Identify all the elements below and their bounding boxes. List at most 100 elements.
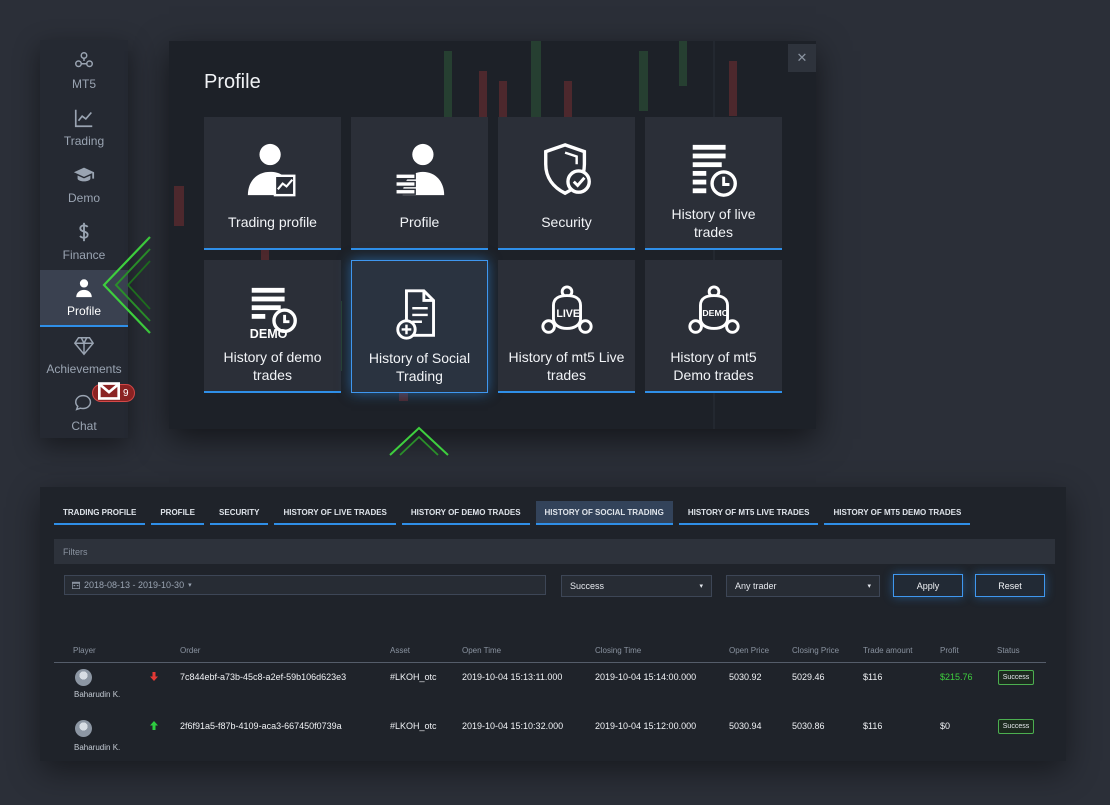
social-trading-history-panel: TRADING PROFILE PROFILE SECURITY HISTORY… — [40, 487, 1066, 761]
player-name: Baharudin K. — [74, 690, 121, 699]
sidebar-item-label: Achievements — [46, 362, 122, 376]
tab-security[interactable]: SECURITY — [210, 501, 269, 525]
apply-button[interactable]: Apply — [893, 574, 963, 597]
green-pointer-arrow-icon — [102, 236, 151, 334]
sidebar-item-chat[interactable]: Chat 9 — [40, 381, 135, 441]
tile-label: Profile — [399, 214, 440, 230]
closing-time: 2019-10-04 15:12:00.000 — [595, 721, 697, 731]
chart-line-icon — [74, 109, 93, 128]
sidebar-item-label: Chat — [71, 419, 97, 433]
tile-history-mt5-demo-trades[interactable]: DEMO History of mt5 Demo trades — [645, 260, 782, 393]
column-header-asset: Asset — [390, 646, 411, 655]
tile-history-social-trading[interactable]: History of Social Trading — [351, 260, 488, 393]
user-icon — [76, 279, 92, 298]
sidebar-item-mt5[interactable]: MT5 — [40, 42, 128, 99]
history-live-icon — [692, 144, 737, 197]
tile-label: History of live trades — [671, 206, 756, 240]
trading-profile-icon — [247, 143, 295, 197]
tile-history-mt5-live-trades[interactable]: LIVE History of mt5 Live trades — [498, 260, 635, 393]
trader-select-value: Any trader — [735, 581, 777, 591]
date-range-picker[interactable]: 2018-08-13 - 2019-10-30 ▾ — [64, 575, 546, 595]
column-header-profit: Profit — [940, 646, 959, 655]
caret-down-icon: ▾ — [699, 583, 703, 590]
open-time: 2019-10-04 15:10:32.000 — [462, 721, 564, 731]
tile-label: History of Social Trading — [368, 350, 471, 384]
mt5-live-icon: LIVE — [540, 285, 593, 334]
profile-card-icon — [394, 143, 444, 196]
sidebar-item-trading[interactable]: Trading — [40, 99, 128, 156]
tab-profile[interactable]: PROFILE — [151, 501, 205, 525]
date-range-value: 2018-08-13 - 2019-10-30 — [84, 580, 185, 590]
table-header: Player Order Asset Open Time Closing Tim… — [54, 642, 1046, 663]
demo-icon-text: DEMO — [249, 327, 287, 341]
mt5-icon — [75, 52, 93, 68]
asset: #LKOH_otc — [390, 672, 437, 682]
status-badge: Success — [998, 670, 1034, 685]
order-id: 7c844ebf-a73b-45c8-a2ef-59b106d623e3 — [180, 672, 347, 682]
column-header-player: Player — [73, 646, 96, 655]
reset-button[interactable]: Reset — [975, 574, 1045, 597]
open-price: 5030.92 — [729, 672, 762, 682]
table-row[interactable]: Baharudin K. 7c844ebf-a73b-45c8-a2ef-59b… — [54, 665, 1046, 708]
tile-security[interactable]: Security — [498, 117, 635, 250]
tile-history-demo-trades[interactable]: DEMO History of demo trades — [204, 260, 341, 393]
green-up-arrow-icon — [389, 426, 449, 456]
close-icon: ✕ — [796, 50, 808, 65]
status-badge: Success — [998, 719, 1034, 734]
filters-label: Filters — [63, 546, 88, 557]
column-header-closing-price: Closing Price — [792, 646, 840, 655]
caret-down-icon: ▾ — [867, 583, 871, 590]
tile-label: History of demo trades — [223, 349, 322, 383]
social-trading-doc-icon — [395, 289, 435, 340]
tab-history-live-trades[interactable]: HISTORY OF LIVE TRADES — [274, 501, 396, 525]
tile-trading-profile[interactable]: Trading profile — [204, 117, 341, 250]
filters-header: Filters — [54, 539, 1055, 564]
graduation-cap-icon — [73, 167, 95, 182]
tile-profile[interactable]: Profile — [351, 117, 488, 250]
tile-label: History of mt5 Live trades — [508, 349, 625, 383]
diamond-icon — [73, 337, 95, 356]
trade-amount: $116 — [863, 672, 883, 682]
asset: #LKOH_otc — [390, 721, 437, 731]
arrow-up-icon — [150, 721, 158, 730]
avatar — [75, 669, 92, 686]
status-select[interactable]: Success ▾ — [561, 575, 712, 597]
history-tabs: TRADING PROFILE PROFILE SECURITY HISTORY… — [54, 501, 971, 525]
closing-price: 5030.86 — [792, 721, 825, 731]
player-name: Baharudin K. — [74, 743, 121, 752]
sidebar-item-label: MT5 — [72, 77, 96, 91]
open-time: 2019-10-04 15:13:11.000 — [462, 672, 563, 682]
tile-history-live-trades[interactable]: History of live trades — [645, 117, 782, 250]
sidebar-item-achievements[interactable]: Achievements — [40, 327, 128, 384]
status-select-value: Success — [570, 581, 605, 591]
sidebar-item-demo[interactable]: Demo — [40, 156, 128, 213]
tab-history-social-trading[interactable]: HISTORY OF SOCIAL TRADING — [535, 501, 673, 525]
tab-trading-profile[interactable]: TRADING PROFILE — [54, 501, 146, 525]
live-icon-text: LIVE — [556, 308, 580, 320]
column-header-open-time: Open Time — [462, 646, 502, 655]
column-header-open-price: Open Price — [729, 646, 770, 655]
caret-down-icon: ▾ — [188, 582, 192, 589]
chat-unread-badge: 9 — [92, 381, 135, 402]
profile-modal: Profile Trading profile Profile Security — [169, 41, 816, 429]
table-row[interactable]: Baharudin K. 2f6f91a5-f87b-4109-aca3-667… — [54, 710, 1046, 753]
tile-label: Security — [541, 214, 592, 230]
tab-history-mt5-demo-trades[interactable]: HISTORY OF MT5 DEMO TRADES — [824, 501, 971, 525]
mt5-demo-icon: DEMO — [687, 285, 740, 334]
tile-label: History of mt5 Demo trades — [670, 349, 757, 383]
modal-title: Profile — [204, 71, 261, 93]
tile-label: Trading profile — [228, 214, 317, 230]
chat-badge-count: 9 — [123, 387, 129, 399]
demo-badge-icon-text: DEMO — [702, 308, 728, 318]
tab-history-demo-trades[interactable]: HISTORY OF DEMO TRADES — [401, 501, 530, 525]
tab-history-mt5-live-trades[interactable]: HISTORY OF MT5 LIVE TRADES — [678, 501, 819, 525]
trade-amount: $116 — [863, 721, 883, 731]
modal-close-button[interactable]: ✕ — [788, 44, 816, 72]
calendar-icon — [72, 581, 80, 589]
order-id: 2f6f91a5-f87b-4109-aca3-667450f0739a — [180, 721, 342, 731]
column-header-status: Status — [997, 646, 1020, 655]
column-header-closing-time: Closing Time — [595, 646, 642, 655]
history-demo-icon: DEMO — [249, 287, 297, 341]
trader-select[interactable]: Any trader ▾ — [726, 575, 880, 597]
avatar — [75, 720, 92, 737]
